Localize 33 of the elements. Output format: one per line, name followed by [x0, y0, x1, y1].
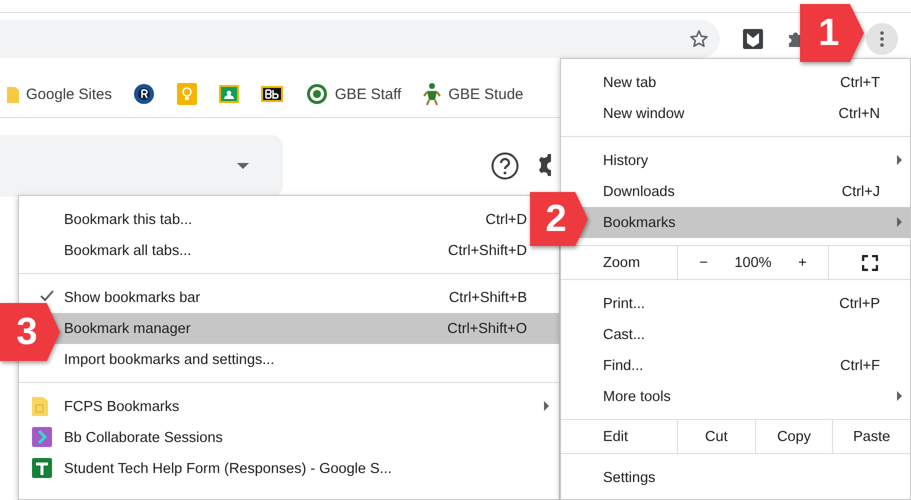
shortcut-label: Ctrl+Shift+D [448, 242, 527, 258]
shortcut-label: Ctrl+T [840, 74, 880, 90]
menu-item-label: Bb Collaborate Sessions [64, 430, 224, 446]
menu-item-label: Find... [603, 358, 644, 374]
menu-item-label: More tools [603, 388, 672, 404]
menu-item-label: History [603, 152, 650, 168]
menu-item-label: Bookmark all tabs... [64, 242, 192, 258]
menu-item-label: Student Tech Help Form (Responses) - Google S... [64, 460, 393, 476]
menu-item-label: Show bookmarks bar [64, 290, 202, 306]
edit-label: Edit [602, 428, 629, 446]
shortcut-label: Ctrl+F [840, 358, 880, 374]
menu-item-label: Print... [603, 296, 646, 312]
zoom-level: 100% [734, 254, 772, 270]
menu-item-label: Settings [603, 470, 656, 486]
menu-item-label: New tab [603, 74, 658, 90]
step-callout-tooltip: 2 [530, 192, 588, 246]
shortcut-label: Ctrl+P [839, 296, 880, 312]
menu-item-label: FCPS Bookmarks [64, 398, 180, 414]
menu-item-label: Bookmark this tab... [64, 212, 194, 228]
step-callout-tooltip: 3 [0, 303, 60, 361]
menu-item-label: Bookmark manager [64, 320, 192, 336]
shortcut-label: Ctrl+Shift+B [448, 290, 527, 306]
step-callout-tooltip: 1 [800, 4, 864, 62]
shortcut-label: Ctrl+J [842, 184, 880, 200]
shortcut-label: Ctrl+N [838, 106, 880, 122]
shortcut-label: Ctrl+Shift+O [447, 320, 527, 336]
menu-item-label: Import bookmarks and settings... [64, 352, 276, 368]
menu-item-label: Downloads [603, 184, 676, 200]
shortcut-label: Ctrl+D [486, 212, 527, 228]
menu-item-label: Cast... [603, 326, 646, 342]
zoom-label: Zoom [602, 254, 642, 272]
menu-item-label: Bookmarks [603, 214, 677, 230]
menu-item-label: New window [603, 106, 686, 122]
